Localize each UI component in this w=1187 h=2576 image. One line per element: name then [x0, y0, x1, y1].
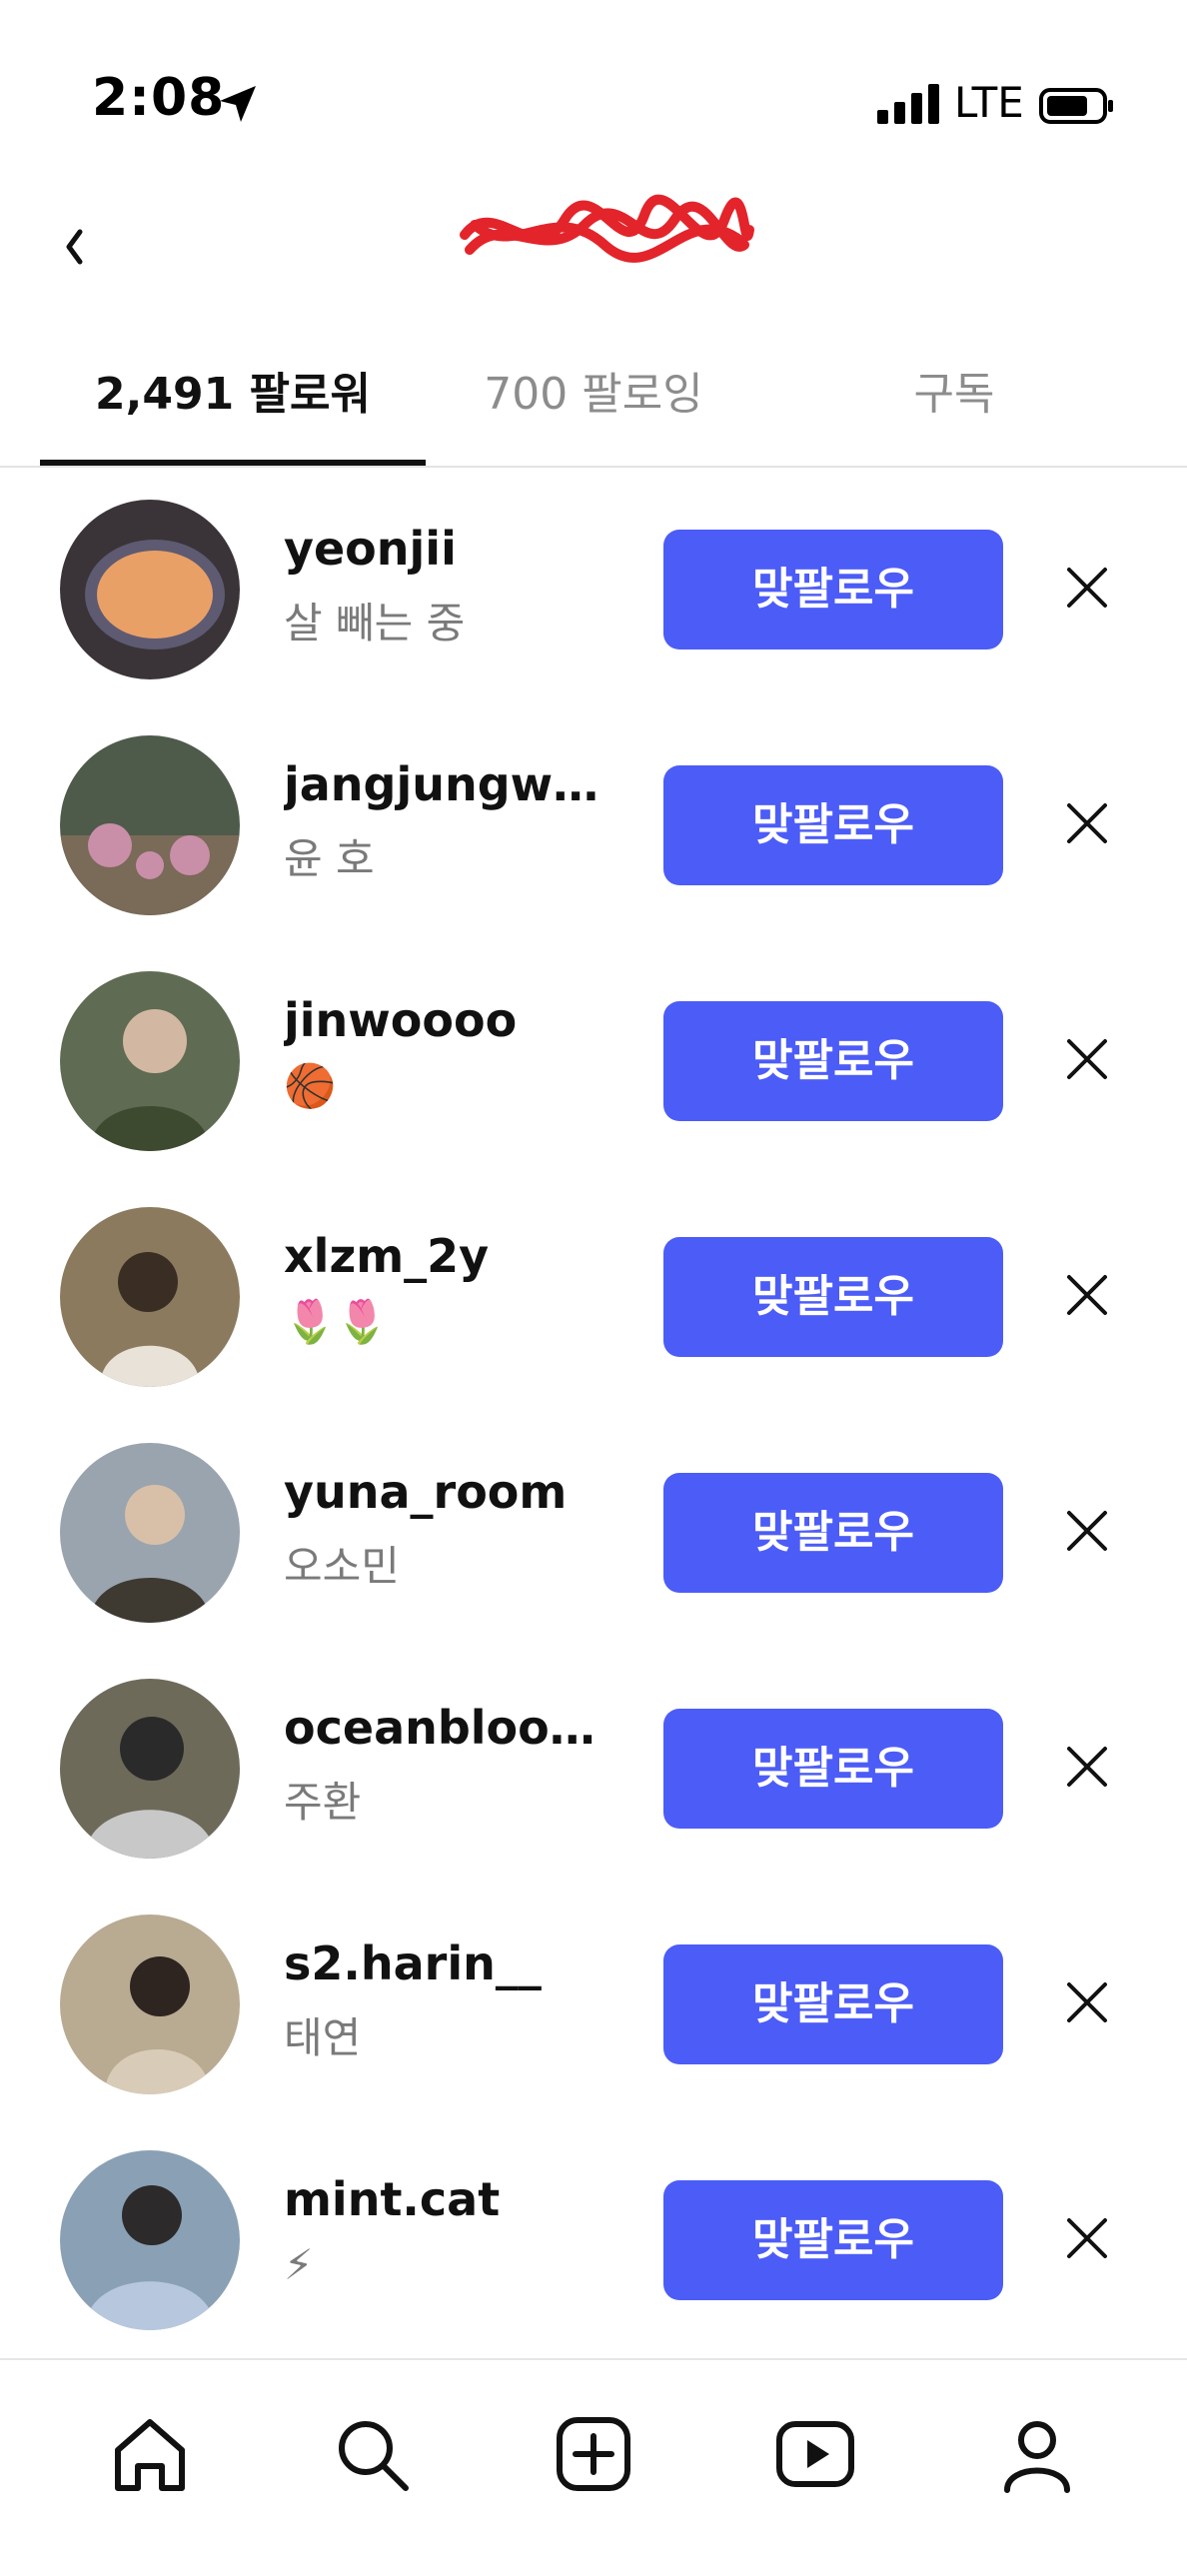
- avatar[interactable]: [60, 971, 240, 1151]
- display-name: 🏀: [284, 1061, 337, 1110]
- avatar-image: [60, 1915, 240, 2094]
- display-name: 주환: [284, 1778, 362, 1827]
- list-item[interactable]: yeonjii 살 빼는 중 맞팔로우: [0, 470, 1187, 705]
- username[interactable]: yuna_room: [284, 1465, 623, 1519]
- display-name: ⚡: [284, 2240, 314, 2289]
- redaction-scribble: [460, 194, 754, 263]
- avatar-image: [60, 735, 240, 915]
- list-item[interactable]: s2.harin__ 태연 맞팔로우: [0, 1885, 1187, 2120]
- follow-back-button[interactable]: 맞팔로우: [663, 2180, 1003, 2300]
- remove-follower-icon[interactable]: [1065, 1745, 1109, 1789]
- create-icon[interactable]: [552, 2412, 635, 2496]
- follow-back-button[interactable]: 맞팔로우: [663, 1473, 1003, 1593]
- active-tab-indicator: [40, 460, 426, 466]
- tab-following[interactable]: 700 팔로잉: [426, 340, 761, 468]
- avatar-image: [60, 971, 240, 1151]
- bottom-nav: [0, 2358, 1187, 2576]
- username[interactable]: jinwoooo: [284, 993, 623, 1047]
- follow-back-button[interactable]: 맞팔로우: [663, 1237, 1003, 1357]
- follow-back-button[interactable]: 맞팔로우: [663, 1001, 1003, 1121]
- avatar[interactable]: [60, 2150, 240, 2330]
- tab-followers[interactable]: 2,491 팔로워: [40, 340, 426, 468]
- follow-tabs: 2,491 팔로워 700 팔로잉 구독: [0, 340, 1187, 468]
- follow-back-button[interactable]: 맞팔로우: [663, 1709, 1003, 1829]
- avatar[interactable]: [60, 1679, 240, 1859]
- username[interactable]: yeonjii: [284, 522, 623, 576]
- remove-follower-icon[interactable]: [1065, 2216, 1109, 2260]
- list-item[interactable]: jinwoooo 🏀 맞팔로우: [0, 941, 1187, 1177]
- avatar-image: [60, 1207, 240, 1387]
- avatar-image: [60, 500, 240, 679]
- display-name: 🌷🌷: [284, 1297, 389, 1346]
- avatar[interactable]: [60, 735, 240, 915]
- avatar[interactable]: [60, 500, 240, 679]
- list-item[interactable]: mint.cat ⚡ 맞팔로우: [0, 2120, 1187, 2356]
- reels-icon[interactable]: [773, 2412, 857, 2496]
- avatar[interactable]: [60, 1207, 240, 1387]
- username[interactable]: mint.cat: [284, 2172, 623, 2226]
- tab-subscriptions[interactable]: 구독: [759, 340, 1149, 468]
- list-item[interactable]: oceanbloom9 주환 맞팔로우: [0, 1649, 1187, 1885]
- list-item[interactable]: xlzm_2y 🌷🌷 맞팔로우: [0, 1177, 1187, 1413]
- avatar-image: [60, 2150, 240, 2330]
- avatar[interactable]: [60, 1443, 240, 1623]
- home-icon[interactable]: [108, 2412, 192, 2496]
- display-name: 살 빼는 중: [284, 599, 466, 647]
- status-time: 2:08: [92, 68, 226, 128]
- remove-follower-icon[interactable]: [1065, 1980, 1109, 2024]
- display-name: 태연: [284, 2013, 362, 2062]
- location-arrow-icon: [220, 86, 256, 122]
- list-item[interactable]: jangjungwoo… 윤 호 맞팔로우: [0, 705, 1187, 941]
- avatar[interactable]: [60, 1915, 240, 2094]
- avatar-image: [60, 1679, 240, 1859]
- display-name: 오소민: [284, 1542, 400, 1591]
- remove-follower-icon[interactable]: [1065, 1037, 1109, 1081]
- status-bar: 2:08 LTE: [0, 0, 1187, 180]
- network-type: LTE: [954, 78, 1024, 127]
- follow-back-button[interactable]: 맞팔로우: [663, 530, 1003, 649]
- username[interactable]: xlzm_2y: [284, 1229, 623, 1283]
- remove-follower-icon[interactable]: [1065, 801, 1109, 845]
- remove-follower-icon[interactable]: [1065, 566, 1109, 610]
- search-icon[interactable]: [330, 2412, 414, 2496]
- remove-follower-icon[interactable]: [1065, 1273, 1109, 1317]
- username[interactable]: s2.harin__: [284, 1936, 623, 1990]
- display-name: 윤 호: [284, 834, 375, 883]
- profile-icon[interactable]: [995, 2412, 1079, 2496]
- battery-icon: [1039, 88, 1113, 124]
- remove-follower-icon[interactable]: [1065, 1509, 1109, 1553]
- avatar-image: [60, 1443, 240, 1623]
- signal-bars-icon: [877, 84, 939, 124]
- list-item[interactable]: yuna_room 오소민 맞팔로우: [0, 1413, 1187, 1649]
- follow-back-button[interactable]: 맞팔로우: [663, 765, 1003, 885]
- username[interactable]: oceanbloom9: [284, 1701, 623, 1755]
- username[interactable]: jangjungwoo…: [284, 757, 623, 811]
- follow-back-button[interactable]: 맞팔로우: [663, 1944, 1003, 2064]
- back-chevron-icon[interactable]: [60, 222, 90, 272]
